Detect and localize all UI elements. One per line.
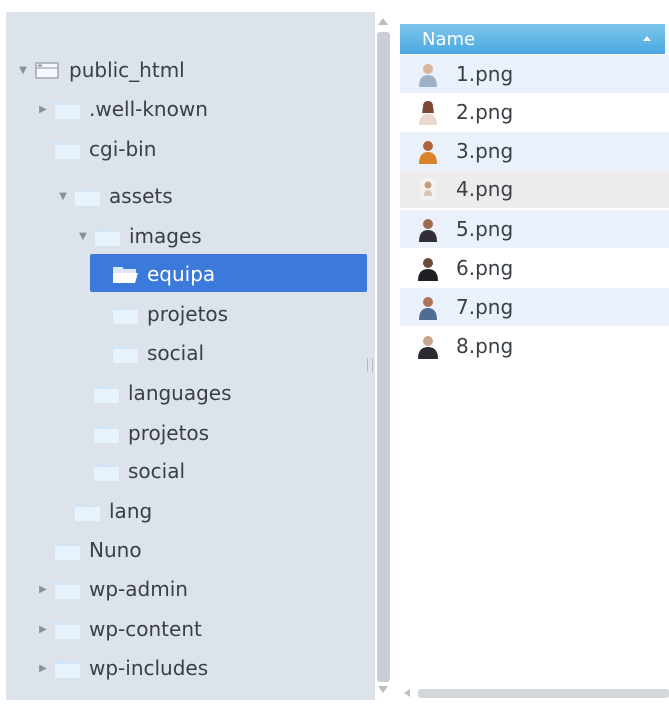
tree-item-nuno[interactable]: Nuno xyxy=(54,534,142,566)
tree-item-public-html[interactable]: ▼ public_html xyxy=(16,54,185,86)
tree-item-images-social[interactable]: social xyxy=(112,337,204,369)
file-name: 6.png xyxy=(456,256,514,280)
file-name: 4.png xyxy=(456,177,514,201)
tree-item-label: projetos xyxy=(128,421,210,445)
tree-item-wp-content[interactable]: ▶ wp-content xyxy=(36,613,202,645)
collapse-arrow-icon[interactable]: ▶ xyxy=(36,661,50,675)
person-thumbnail-icon xyxy=(419,101,437,125)
tree-item-wp-admin[interactable]: ▶ wp-admin xyxy=(36,573,188,605)
tree-item-languages[interactable]: languages xyxy=(93,377,232,409)
folder-icon xyxy=(113,306,138,324)
tree-item-assets-projetos[interactable]: projetos xyxy=(93,417,209,449)
open-folder-icon xyxy=(113,266,138,283)
tree-item-lang[interactable]: lang xyxy=(74,495,152,527)
tree-item-equipa[interactable]: equipa xyxy=(112,258,215,290)
person-thumbnail-icon xyxy=(420,178,436,200)
sort-ascending-icon xyxy=(643,36,651,41)
expand-arrow-icon[interactable]: ▼ xyxy=(16,63,30,77)
person-thumbnail-icon xyxy=(419,219,437,242)
folder-icon xyxy=(55,141,80,159)
tree-item-label: equipa xyxy=(147,262,216,286)
column-header-label: Name xyxy=(422,28,476,50)
file-row[interactable]: 1.png xyxy=(400,55,669,93)
file-manager-window: ▼ public_html ▶ .well-known cgi-bin ▼ as… xyxy=(0,0,669,705)
tree-item-label: languages xyxy=(128,381,232,405)
folder-icon xyxy=(55,660,80,678)
file-row[interactable]: 2.png xyxy=(400,93,669,131)
folder-icon xyxy=(55,542,80,560)
file-row[interactable]: 7.png xyxy=(400,288,669,326)
tree-item-wp-includes[interactable]: ▶ wp-includes xyxy=(36,652,208,684)
tree-item-label: Nuno xyxy=(89,538,142,562)
folder-icon xyxy=(95,228,120,246)
resize-grip-icon[interactable] xyxy=(367,358,373,372)
tree-item-assets-social[interactable]: social xyxy=(93,455,185,487)
tree-item-label: wp-admin xyxy=(89,577,188,601)
folder-icon xyxy=(94,385,119,403)
tree-item-label: social xyxy=(128,459,186,483)
file-row[interactable]: 8.png xyxy=(400,327,669,365)
tree-item-label: .well-known xyxy=(89,97,208,121)
scroll-down-arrow-icon[interactable] xyxy=(378,686,388,693)
person-thumbnail-icon xyxy=(418,336,438,359)
tree-item-label: cgi-bin xyxy=(89,137,157,161)
expand-arrow-icon[interactable]: ▼ xyxy=(76,229,90,243)
tree-item-label: wp-content xyxy=(89,617,202,641)
scroll-left-arrow-icon[interactable] xyxy=(404,689,410,697)
file-name: 1.png xyxy=(456,62,514,86)
server-icon xyxy=(35,61,59,79)
file-name: 3.png xyxy=(456,139,514,163)
person-thumbnail-icon xyxy=(419,64,437,87)
tree-item-label: lang xyxy=(109,499,153,523)
collapse-arrow-icon[interactable]: ▶ xyxy=(36,622,50,636)
tree-item-label: projetos xyxy=(147,302,229,326)
tree-item-label: images xyxy=(129,224,202,248)
file-row[interactable]: 6.png xyxy=(400,249,669,287)
tree-item-images-projetos[interactable]: projetos xyxy=(112,298,228,330)
scrollbar-thumb[interactable] xyxy=(418,689,669,698)
folder-icon xyxy=(113,345,138,363)
folder-icon xyxy=(55,621,80,639)
folder-icon xyxy=(94,425,119,443)
file-row[interactable]: 5.png xyxy=(400,210,669,248)
folder-tree: ▼ public_html ▶ .well-known cgi-bin ▼ as… xyxy=(6,12,375,700)
file-name: 8.png xyxy=(456,334,514,358)
tree-item-label: public_html xyxy=(69,58,185,82)
file-row[interactable]: 3.png xyxy=(400,132,669,170)
tree-item-well-known[interactable]: ▶ .well-known xyxy=(36,93,208,125)
collapse-arrow-icon[interactable]: ▶ xyxy=(36,582,50,596)
folder-icon xyxy=(94,463,119,481)
tree-item-images[interactable]: ▼ images xyxy=(76,220,202,252)
scrollbar-thumb[interactable] xyxy=(377,32,390,682)
person-thumbnail-icon xyxy=(419,141,437,164)
folder-icon xyxy=(75,503,100,521)
folder-icon xyxy=(75,188,100,206)
file-name: 5.png xyxy=(456,217,514,241)
file-list: Name 1.png 2.png 3.png 4.png 5.png 6.png… xyxy=(400,12,669,700)
file-name: 7.png xyxy=(456,295,514,319)
expand-arrow-icon[interactable]: ▼ xyxy=(56,189,70,203)
scroll-up-arrow-icon[interactable] xyxy=(378,18,388,25)
person-thumbnail-icon xyxy=(419,297,437,320)
folder-icon xyxy=(55,581,80,599)
column-header-name[interactable]: Name xyxy=(400,24,665,54)
tree-item-assets[interactable]: ▼ assets xyxy=(56,180,173,212)
file-row[interactable]: 4.png xyxy=(400,170,669,208)
tree-vertical-scrollbar[interactable] xyxy=(375,12,392,700)
tree-item-label: social xyxy=(147,341,205,365)
tree-item-label: assets xyxy=(109,184,173,208)
collapse-arrow-icon[interactable]: ▶ xyxy=(36,102,50,116)
tree-item-cgi-bin[interactable]: cgi-bin xyxy=(54,133,156,165)
folder-icon xyxy=(55,101,80,119)
person-thumbnail-icon xyxy=(418,258,438,281)
file-name: 2.png xyxy=(456,100,514,124)
tree-item-label: wp-includes xyxy=(89,656,209,680)
file-list-horizontal-scrollbar[interactable] xyxy=(400,686,669,700)
